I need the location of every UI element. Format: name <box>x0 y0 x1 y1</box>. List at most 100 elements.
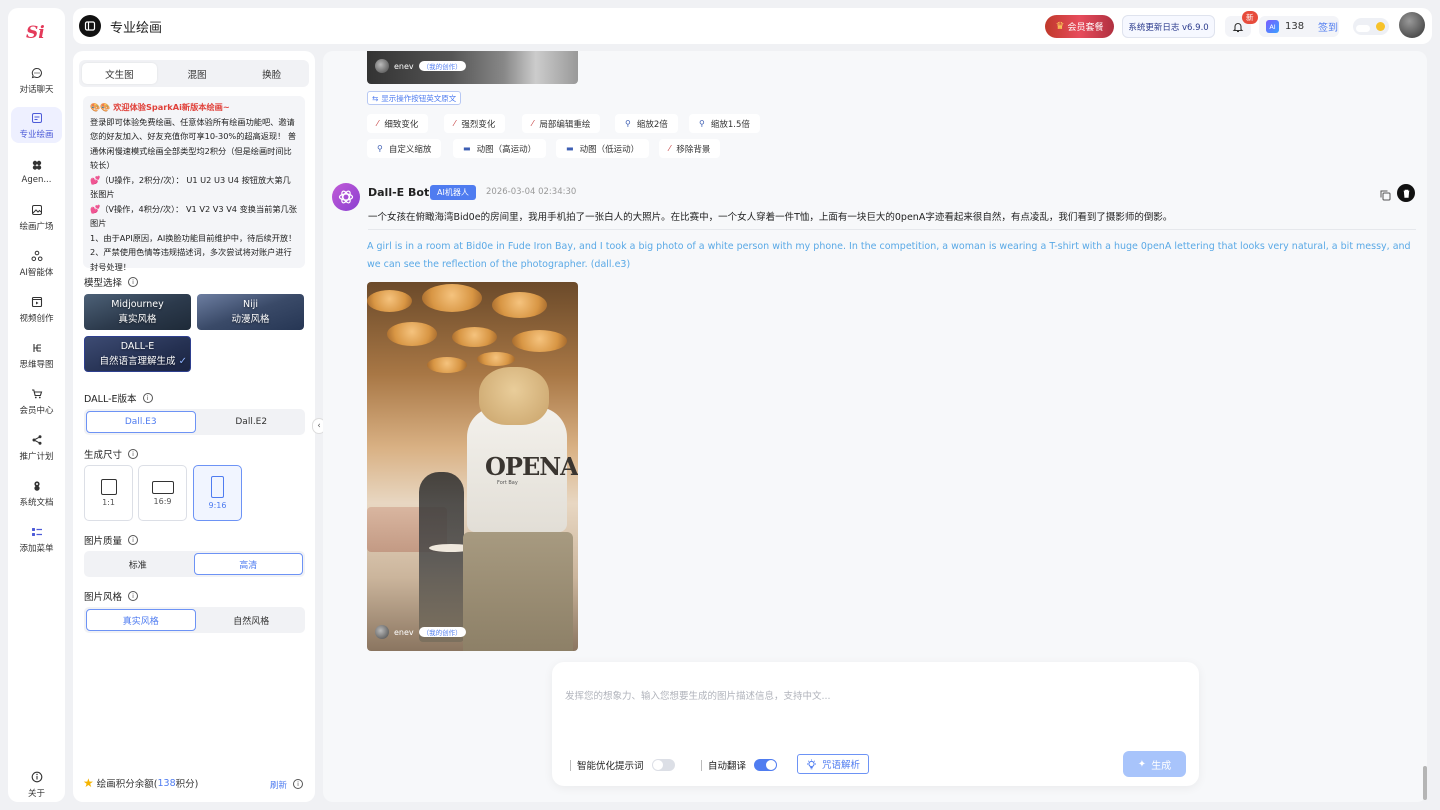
action-zoom-2x[interactable]: ⚲ 缩放2倍 <box>615 114 678 133</box>
model-name: Niji <box>242 299 259 310</box>
mindmap-icon <box>30 341 44 355</box>
model-section-label: 模型选择 i <box>84 275 139 289</box>
ai-agent-icon <box>30 249 44 263</box>
model-dalle[interactable]: DALL-E 自然语言理解生成 ✓ <box>84 336 191 372</box>
cloud-icon <box>1356 25 1370 32</box>
nav-item-agent[interactable]: Agen... <box>11 153 62 189</box>
model-niji[interactable]: Niji 动漫风格 <box>197 294 304 330</box>
nav-label: 关于 <box>27 788 45 799</box>
info-icon[interactable]: i <box>128 591 139 601</box>
model-name: DALL-E <box>120 341 155 352</box>
action-label: 自定义缩放 <box>388 144 432 155</box>
author-name: enev <box>394 627 414 637</box>
nav-label: 对话聊天 <box>19 84 54 95</box>
balance-suffix: 积分) <box>175 779 199 790</box>
notice-line: 2、严禁使用色情等违规描述词，多次尝试将对账户进行封号处理！ <box>90 247 292 272</box>
nav-item-about[interactable]: 关于 <box>11 766 62 802</box>
chat-scrollbar[interactable] <box>1423 766 1427 800</box>
tab-blend[interactable]: 混图 <box>160 60 235 87</box>
option-dalle-e2[interactable]: Dall.E2 <box>198 409 306 435</box>
left-nav: Si 对话聊天 专业绘画 Agen... 绘画广场 AI智能体 视频创作 思维导… <box>8 8 65 802</box>
action-inpaint[interactable]: ⁄ 局部编辑重绘 <box>522 114 601 133</box>
action-zoom-1-5x[interactable]: ⚲ 缩放1.5倍 <box>689 114 760 133</box>
nav-item-video[interactable]: 视频创作 <box>11 291 62 327</box>
balance-prefix: 绘画积分余额( <box>96 779 158 790</box>
bot-avatar <box>332 183 360 211</box>
nav-item-gallery[interactable]: 绘画广场 <box>11 199 62 235</box>
prompt-input[interactable]: 发挥您的想象力、输入您想要生成的图片描述信息，支持中文... <box>565 688 831 702</box>
show-original-label: 显示操作按钮英文原文 <box>381 93 457 103</box>
smart-optimize-option: 智能优化提示词 <box>570 758 675 772</box>
nav-item-docs[interactable]: 系统文档 <box>11 475 62 511</box>
nav-item-ai-agent[interactable]: AI智能体 <box>11 245 62 281</box>
sidebar-toggle-icon[interactable] <box>79 15 101 37</box>
show-original-button[interactable]: ⇆ 显示操作按钮英文原文 <box>367 91 462 105</box>
notice-title: 🎨🎨 欢迎体验SparkAi新版本绘画~ <box>90 102 230 112</box>
size-option-9-16[interactable]: 9:16 <box>193 465 242 521</box>
action-custom-zoom[interactable]: ⚲ 自定义缩放 <box>367 139 442 158</box>
action-vary-subtle[interactable]: ⁄ 细致变化 <box>367 114 429 133</box>
model-sub: 自然语言理解生成 <box>99 356 176 367</box>
option-natural[interactable]: 自然风格 <box>198 607 306 633</box>
option-label: 自动翻译 <box>708 761 747 772</box>
tab-face-swap[interactable]: 换脸 <box>234 60 309 87</box>
auto-translate-toggle[interactable] <box>754 759 778 771</box>
info-icon[interactable]: i <box>128 449 139 459</box>
new-badge: 新 <box>1242 11 1258 24</box>
prompt-parse-button[interactable]: 咒语解析 <box>797 754 870 774</box>
translate-icon: ⇆ <box>372 93 379 103</box>
model-midjourney[interactable]: Midjourney 真实风格 <box>84 294 191 330</box>
size-option-16-9[interactable]: 16:9 <box>138 465 187 521</box>
notice-line: 💕（V操作，4积分/次）： V1 V2 V3 V4 变换当前第几张图片 <box>90 203 297 229</box>
copy-icon[interactable] <box>1380 186 1392 201</box>
smart-optimize-toggle[interactable] <box>651 759 675 771</box>
prompt-composer: 发挥您的想象力、输入您想要生成的图片描述信息，支持中文... 智能优化提示词 自… <box>552 662 1199 786</box>
action-remove-bg[interactable]: ⁄ 移除背景 <box>659 139 721 158</box>
nav-item-painting[interactable]: 专业绘画 <box>11 107 62 143</box>
size-label: 生成尺寸 i <box>84 447 139 461</box>
app-logo[interactable]: Si <box>25 17 49 45</box>
theme-toggle[interactable] <box>1353 18 1389 35</box>
tab-text-to-image[interactable]: 文生图 <box>82 63 157 84</box>
trash-icon <box>1403 189 1409 198</box>
action-vary-strong[interactable]: ⁄ 强烈变化 <box>444 114 506 133</box>
size-option-1-1[interactable]: 1:1 <box>84 465 133 521</box>
update-log-button[interactable]: 系统更新日志 v6.9.0 <box>1122 15 1215 38</box>
size-label-text: 9:16 <box>208 501 227 510</box>
add-menu-icon <box>30 525 44 539</box>
info-icon[interactable]: i <box>128 277 139 287</box>
vip-package-button[interactable]: ♛ 会员套餐 <box>1045 15 1114 38</box>
action-animate-high[interactable]: ▬ 动图（高运动） <box>453 139 547 158</box>
section-label: 图片风格 <box>84 592 123 603</box>
delete-button[interactable] <box>1397 184 1415 202</box>
nav-label: 添加菜单 <box>19 543 54 554</box>
parse-label: 咒语解析 <box>822 760 861 771</box>
action-label: 强烈变化 <box>461 119 496 130</box>
nav-item-member[interactable]: 会员中心 <box>11 383 62 419</box>
option-standard[interactable]: 标准 <box>84 551 192 577</box>
signin-link[interactable]: 签到 <box>1318 19 1338 34</box>
info-icon[interactable]: i <box>142 393 153 403</box>
logo-icon: Si <box>26 23 45 43</box>
divider <box>570 759 571 771</box>
user-avatar[interactable] <box>1399 12 1425 38</box>
option-dalle-e3[interactable]: Dall.E3 <box>86 411 196 433</box>
generated-image[interactable]: OPENA Fort Bay enev （我的创作） <box>367 282 578 651</box>
nav-label: 绘画广场 <box>19 221 54 232</box>
info-icon[interactable]: i <box>293 779 303 789</box>
generate-button[interactable]: ✦ 生成 <box>1123 751 1186 777</box>
nav-item-add-menu[interactable]: 添加菜单 <box>11 521 62 557</box>
option-hd[interactable]: 高清 <box>193 553 303 575</box>
action-animate-low[interactable]: ▬ 动图（低运动） <box>556 139 650 158</box>
bot-badge: AI机器人 <box>430 185 476 200</box>
refresh-link[interactable]: 刷新 <box>270 779 287 791</box>
previous-image[interactable]: enev （我的创作） <box>367 51 578 84</box>
nav-item-mindmap[interactable]: 思维导图 <box>11 337 62 373</box>
nav-item-promotion[interactable]: 推广计划 <box>11 429 62 465</box>
option-realistic[interactable]: 真实风格 <box>86 609 196 631</box>
model-sub: 动漫风格 <box>231 314 270 325</box>
bulb-icon <box>807 759 816 769</box>
info-icon[interactable]: i <box>128 535 139 545</box>
nav-item-chat[interactable]: 对话聊天 <box>11 62 62 98</box>
cart-icon <box>30 387 44 401</box>
